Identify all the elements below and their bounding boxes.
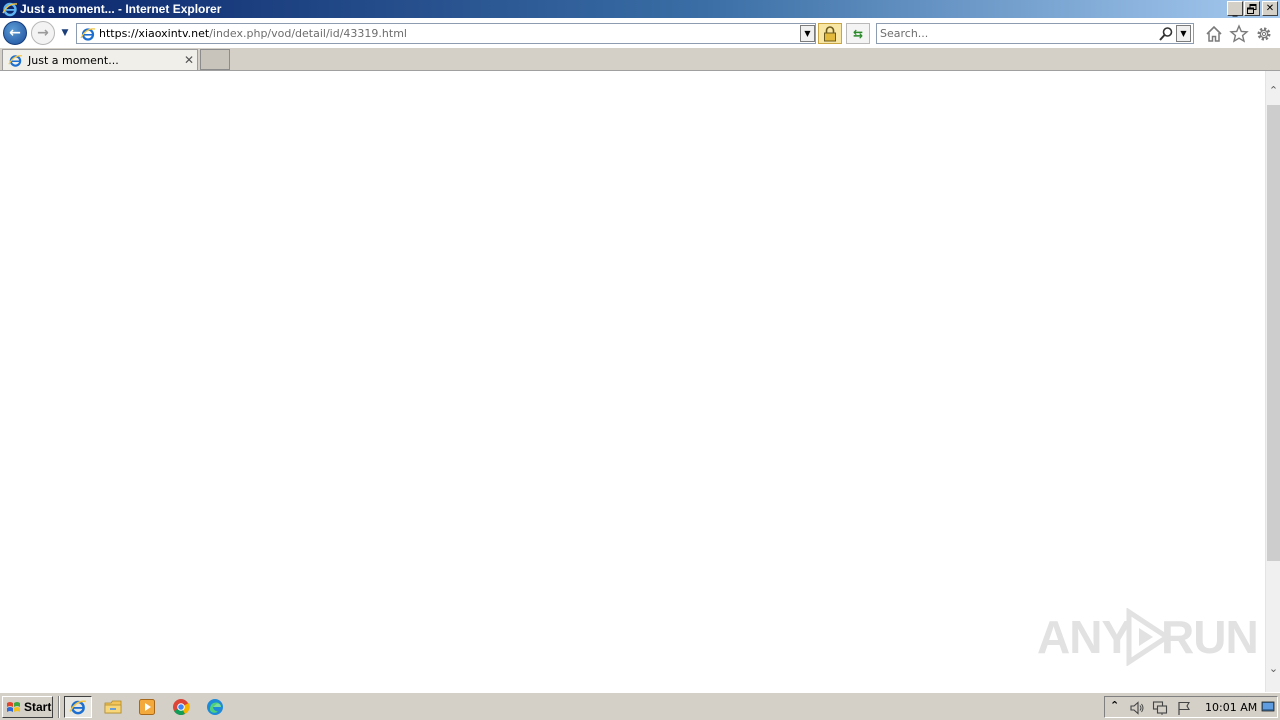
start-button[interactable]: Start	[2, 696, 53, 718]
taskbar-chrome[interactable]	[167, 696, 195, 718]
media-player-icon	[139, 699, 155, 715]
taskbar-separator	[58, 696, 60, 718]
address-bar[interactable]: https://xiaoxintv.net/index.php/vod/deta…	[76, 23, 816, 44]
tab-strip: Just a moment... ✕	[0, 48, 1280, 71]
windows-logo-icon	[7, 701, 20, 712]
recent-pages-dropdown[interactable]: ▼	[59, 28, 71, 38]
vertical-scrollbar[interactable]: ⌃ ⌄	[1265, 71, 1280, 692]
tab-just-a-moment[interactable]: Just a moment... ✕	[2, 49, 198, 70]
taskbar: Start ⌃ 10:01 AM	[0, 692, 1280, 720]
page-content[interactable]	[0, 71, 1265, 692]
security-report-button[interactable]	[818, 23, 842, 44]
navigation-bar: ← → ▼ https://xiaoxintv.net/index.php/vo…	[0, 18, 1280, 48]
search-provider-dropdown[interactable]: ▼	[1176, 25, 1191, 42]
new-tab-button[interactable]	[200, 49, 230, 70]
tools-gear-icon[interactable]	[1254, 24, 1274, 44]
chrome-icon	[173, 699, 190, 715]
forward-arrow-icon: →	[37, 25, 49, 41]
refresh-icon: ⇆	[852, 26, 864, 41]
back-arrow-icon: ←	[9, 25, 21, 41]
edge-icon	[207, 699, 223, 715]
scroll-up-button[interactable]: ⌃	[1266, 83, 1280, 99]
system-tray: ⌃ 10:01 AM	[1104, 696, 1278, 718]
address-url[interactable]: https://xiaoxintv.net/index.php/vod/deta…	[99, 27, 407, 41]
restore-button[interactable]	[1244, 1, 1260, 16]
search-box[interactable]: ▼	[876, 23, 1194, 44]
taskbar-internet-explorer[interactable]	[64, 696, 92, 718]
chevron-down-icon: ⌄	[1268, 662, 1279, 675]
search-input[interactable]	[880, 26, 1150, 41]
anyrun-watermark: ANY RUN	[1037, 606, 1259, 668]
close-icon: ✕	[1265, 2, 1275, 14]
url-host: https://xiaoxintv.net	[99, 27, 210, 40]
action-center-flag-icon[interactable]	[1176, 700, 1192, 716]
watermark-text-left: ANY	[1037, 611, 1132, 663]
internet-explorer-icon	[69, 700, 86, 715]
minimize-icon: _	[1232, 5, 1238, 17]
tab-label: Just a moment...	[28, 54, 119, 67]
close-tab-button[interactable]: ✕	[182, 53, 196, 67]
internet-explorer-page-icon	[80, 28, 96, 41]
start-label: Start	[24, 700, 52, 714]
file-explorer-icon	[104, 700, 122, 714]
lock-icon	[824, 25, 836, 41]
internet-explorer-icon	[2, 2, 18, 17]
home-icon[interactable]	[1204, 24, 1224, 44]
back-button[interactable]: ←	[3, 21, 27, 45]
restore-icon	[1247, 3, 1257, 14]
address-dropdown-button[interactable]: ▼	[800, 25, 815, 42]
show-hidden-icons-icon[interactable]: ⌃	[1110, 699, 1119, 712]
search-icon[interactable]	[1158, 26, 1174, 42]
scroll-down-button[interactable]: ⌄	[1266, 661, 1280, 677]
favorites-star-icon[interactable]	[1229, 24, 1249, 44]
chevron-down-icon: ▼	[1180, 29, 1187, 38]
chevron-down-icon: ▼	[804, 29, 811, 38]
taskbar-edge[interactable]	[201, 696, 229, 718]
taskbar-clock[interactable]: 10:01 AM	[1205, 701, 1257, 714]
chevron-up-icon: ⌃	[1268, 84, 1279, 97]
close-icon: ✕	[183, 53, 195, 67]
close-window-button[interactable]: ✕	[1262, 1, 1278, 16]
scrollbar-thumb[interactable]	[1267, 105, 1280, 561]
network-icon[interactable]	[1152, 700, 1168, 716]
window-title: Just a moment... - Internet Explorer	[20, 2, 222, 16]
taskbar-media-player[interactable]	[133, 696, 161, 718]
show-desktop-icon[interactable]	[1261, 700, 1275, 714]
url-path: /index.php/vod/detail/id/43319.html	[209, 27, 407, 40]
watermark-text-right: RUN	[1161, 611, 1259, 663]
refresh-button[interactable]: ⇆	[846, 23, 870, 44]
forward-button[interactable]: →	[31, 21, 55, 45]
internet-explorer-page-icon	[8, 55, 23, 67]
minimize-button[interactable]: _	[1227, 1, 1243, 16]
window-titlebar: Just a moment... - Internet Explorer _ ✕	[0, 0, 1280, 18]
chevron-down-icon: ▼	[61, 28, 69, 38]
volume-icon[interactable]	[1129, 700, 1145, 716]
taskbar-file-explorer[interactable]	[99, 696, 127, 718]
